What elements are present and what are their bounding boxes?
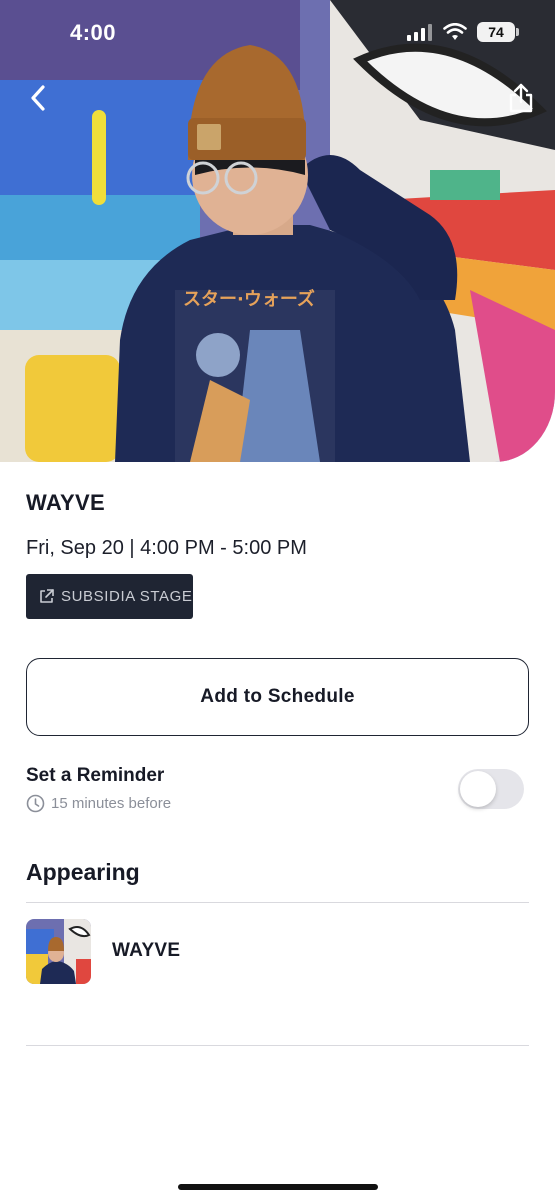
reminder-subtitle-row: 15 minutes before bbox=[26, 794, 171, 813]
divider bbox=[26, 1045, 529, 1046]
hero-image: スター·ウォーズ bbox=[0, 0, 555, 462]
status-bar: 4:00 74 bbox=[0, 0, 555, 66]
reminder-subtitle: 15 minutes before bbox=[51, 795, 172, 812]
battery-icon: 74 bbox=[477, 22, 519, 42]
external-link-icon bbox=[40, 589, 54, 603]
divider bbox=[26, 902, 529, 903]
reminder-toggle[interactable] bbox=[458, 769, 524, 809]
battery-level: 74 bbox=[488, 24, 504, 40]
clock-icon bbox=[26, 794, 45, 813]
performer-avatar[interactable] bbox=[26, 919, 91, 984]
home-indicator bbox=[178, 1184, 378, 1190]
share-button[interactable] bbox=[503, 80, 539, 116]
svg-text:スター·ウォーズ: スター·ウォーズ bbox=[183, 288, 315, 310]
appearing-heading: Appearing bbox=[26, 859, 140, 885]
performer-avatar-image bbox=[26, 919, 91, 984]
artist-title: WAYVE bbox=[26, 490, 105, 515]
toggle-knob bbox=[460, 771, 496, 807]
performer-name[interactable]: WAYVE bbox=[112, 940, 180, 962]
reminder-title: Set a Reminder bbox=[26, 765, 165, 786]
hero-photo: スター·ウォーズ bbox=[0, 0, 555, 462]
cellular-signal-icon bbox=[407, 24, 432, 41]
status-time: 4:00 bbox=[70, 20, 117, 45]
stage-link-badge[interactable]: SUBSIDIA STAGE bbox=[26, 574, 193, 619]
wifi-icon bbox=[443, 23, 467, 40]
back-button[interactable] bbox=[20, 80, 56, 116]
event-datetime: Fri, Sep 20 | 4:00 PM - 5:00 PM bbox=[26, 537, 307, 559]
share-icon bbox=[509, 83, 533, 113]
chevron-left-icon bbox=[31, 85, 45, 111]
stage-label: SUBSIDIA STAGE bbox=[61, 588, 193, 605]
add-to-schedule-button[interactable]: Add to Schedule bbox=[26, 658, 529, 736]
